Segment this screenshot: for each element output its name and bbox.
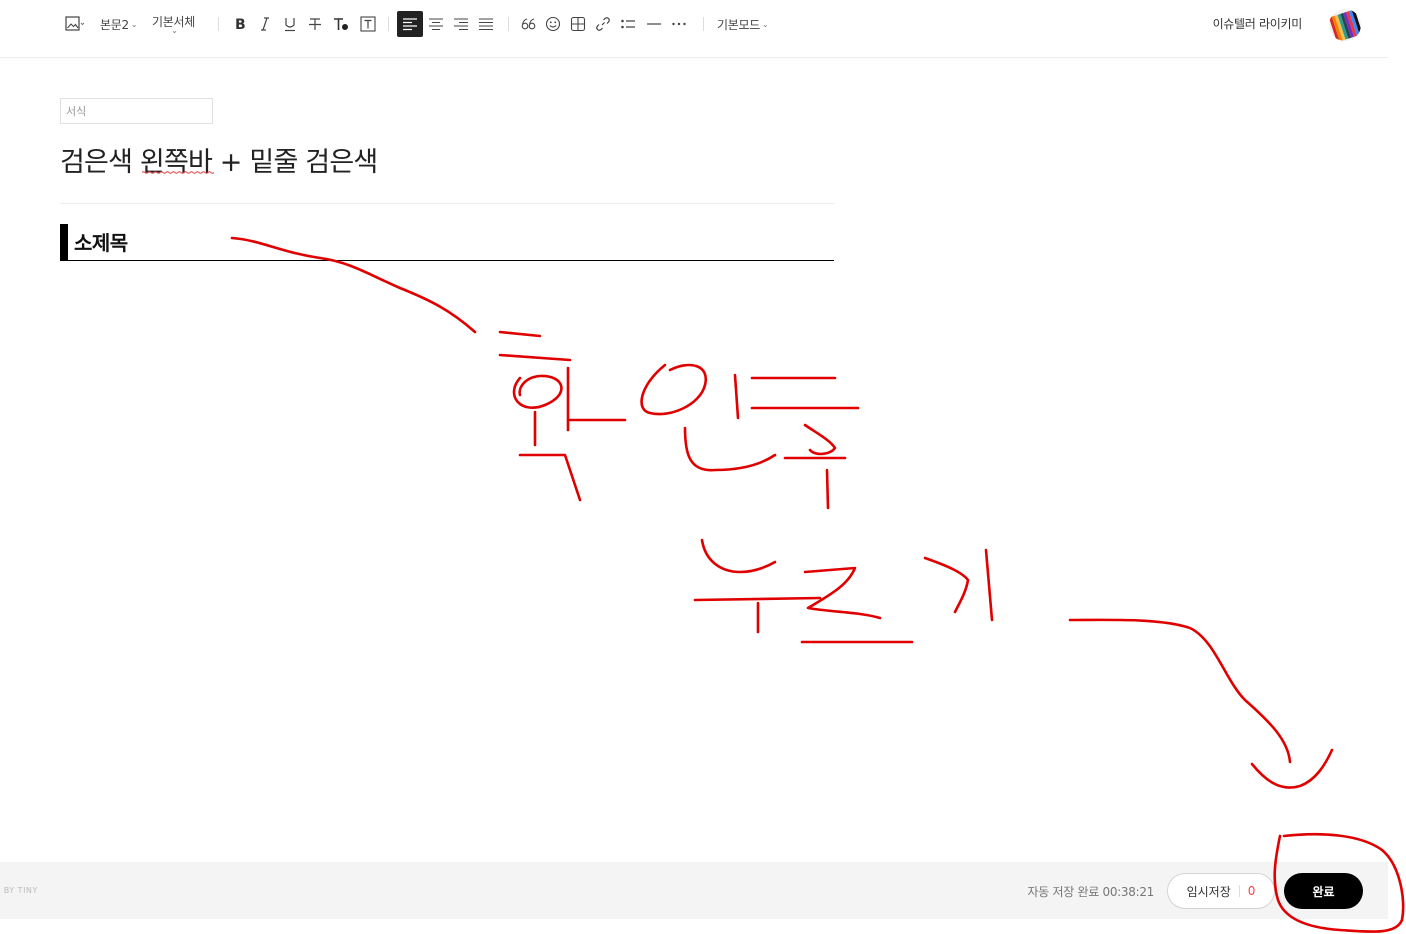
save-draft-label: 임시저장 (1186, 884, 1231, 899)
image-insert-button[interactable] (62, 11, 88, 37)
table-icon (570, 16, 586, 32)
strikethrough-icon (309, 18, 321, 30)
emoji-button[interactable] (544, 11, 562, 37)
svg-text:B: B (235, 17, 246, 32)
table-button[interactable] (569, 11, 587, 37)
text-color-button[interactable] (331, 11, 351, 37)
more-button[interactable] (670, 11, 688, 37)
subheading-text[interactable]: 소제목 (74, 227, 128, 256)
divider-line-icon (647, 23, 661, 25)
align-center-icon (429, 18, 443, 31)
chevron-down-icon: ⌄ (130, 19, 138, 29)
title-divider (60, 203, 834, 204)
spellcheck-underline (142, 171, 214, 174)
toolbar-divider (703, 17, 704, 31)
publish-done-label: 완료 (1312, 884, 1335, 899)
text-background-button[interactable] (358, 11, 378, 37)
underline-button[interactable] (281, 11, 299, 37)
underline-icon (285, 18, 295, 32)
italic-button[interactable] (256, 11, 274, 37)
list-icon (621, 19, 635, 29)
quote-button[interactable] (519, 11, 539, 37)
image-icon (65, 16, 85, 31)
emoji-icon (545, 16, 561, 32)
chevron-down-icon: ⌄ (171, 26, 178, 35)
align-justify-icon (479, 18, 493, 31)
divider-line-button[interactable] (645, 11, 663, 37)
bold-button[interactable]: B (230, 11, 250, 37)
autosave-status: 자동 저장 완료 00:38:21 (1027, 885, 1155, 899)
draft-count-badge[interactable]: 0 (1248, 884, 1256, 898)
publish-done-button[interactable]: 완료 (1284, 873, 1363, 909)
editor-footer: D BY TINY 자동 저장 완료 00:38:21 임시저장 0 완료 (0, 862, 1388, 919)
align-left-button[interactable] (397, 11, 423, 37)
toolbar-divider (218, 17, 219, 31)
align-right-icon (454, 18, 468, 31)
user-name[interactable]: 이슈텔러 라이키미 (1213, 15, 1303, 32)
editor-page: 본문2 ⌄ 기본서체 ⌄ B 기본모드 ⌄ 이슈텔러 라이키미 서식 검은색 왼… (0, 0, 1406, 934)
powered-by-label: D BY TINY (0, 886, 38, 895)
align-justify-button[interactable] (477, 11, 495, 37)
paragraph-style-label: 본문2 (100, 17, 129, 32)
link-icon (596, 17, 610, 31)
mode-select[interactable]: 기본모드 ⌄ (717, 11, 769, 37)
avatar-image (1329, 9, 1361, 41)
post-title[interactable]: 검은색 왼쪽바 + 밑줄 검은색 (60, 140, 378, 179)
mode-select-label: 기본모드 (717, 17, 760, 32)
subheading-block[interactable]: 소제목 (60, 224, 834, 261)
save-draft-button[interactable]: 임시저장 0 (1167, 873, 1275, 909)
align-right-button[interactable] (452, 11, 470, 37)
toolbar-divider (508, 17, 509, 31)
text-color-icon (334, 18, 348, 30)
strikethrough-button[interactable] (306, 11, 324, 37)
link-button[interactable] (594, 11, 612, 37)
align-left-icon (403, 18, 417, 31)
format-input[interactable] (60, 98, 213, 124)
text-background-icon (360, 16, 376, 32)
bold-icon: B (235, 17, 246, 32)
quote-icon (521, 18, 536, 30)
draft-separator (1238, 885, 1240, 897)
toolbar-divider (388, 17, 389, 31)
more-icon (672, 22, 686, 26)
list-button[interactable] (619, 11, 637, 37)
chevron-down-icon: ⌄ (761, 19, 769, 29)
italic-icon (261, 17, 269, 31)
paragraph-style-select[interactable]: 본문2 ⌄ (100, 11, 138, 37)
align-center-button[interactable] (427, 11, 445, 37)
font-select[interactable]: 기본서체 ⌄ (152, 11, 195, 37)
avatar[interactable] (1329, 9, 1361, 41)
editor-toolbar: 본문2 ⌄ 기본서체 ⌄ B 기본모드 ⌄ 이슈텔러 라이키미 (0, 0, 1388, 58)
